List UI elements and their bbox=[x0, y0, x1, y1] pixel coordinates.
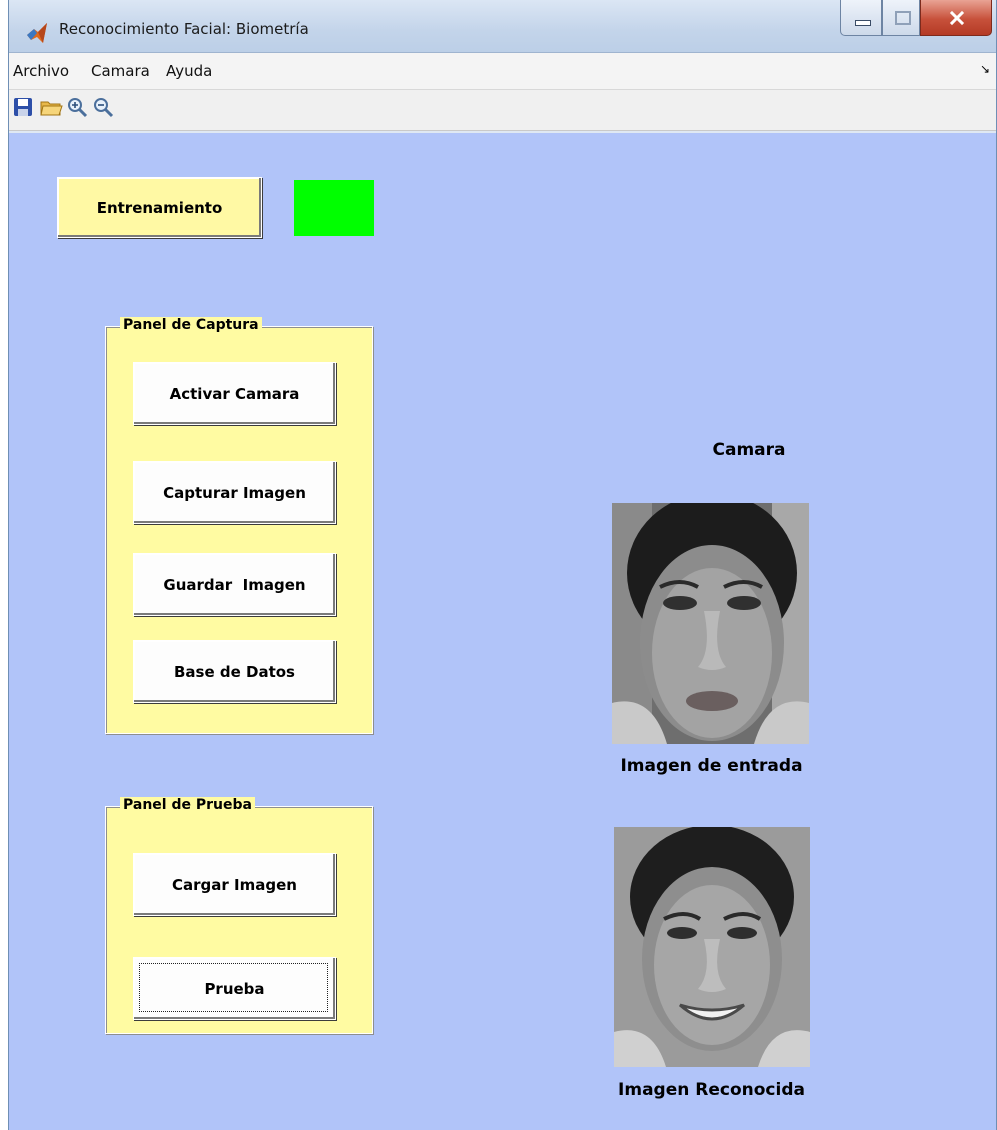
figure-area: Entrenamiento Panel de Captura Activar C… bbox=[9, 133, 996, 1130]
capture-panel-title: Panel de Captura bbox=[120, 317, 262, 333]
training-button[interactable]: Entrenamiento bbox=[57, 177, 262, 238]
test-panel: Panel de Prueba Cargar Imagen Prueba bbox=[105, 797, 373, 1034]
open-folder-icon[interactable] bbox=[39, 95, 63, 119]
test-button[interactable]: Prueba bbox=[133, 957, 336, 1020]
toolbar bbox=[9, 90, 996, 131]
input-image bbox=[612, 503, 809, 744]
load-image-label: Cargar Imagen bbox=[172, 875, 297, 894]
capture-image-label: Capturar Imagen bbox=[163, 483, 306, 502]
recognized-face-photo bbox=[614, 827, 810, 1067]
input-image-label: Imagen de entrada bbox=[620, 756, 803, 776]
minimize-button[interactable] bbox=[840, 0, 882, 36]
capture-panel: Panel de Captura Activar Camara Capturar… bbox=[105, 317, 373, 734]
save-icon[interactable] bbox=[11, 95, 35, 119]
training-button-label: Entrenamiento bbox=[96, 198, 223, 217]
close-icon bbox=[949, 10, 965, 26]
maximize-icon bbox=[895, 11, 911, 25]
input-face-photo bbox=[612, 503, 809, 744]
database-button[interactable]: Base de Datos bbox=[133, 640, 336, 703]
camera-label: Camara bbox=[712, 440, 786, 460]
app-window: Reconocimiento Facial: Biometría Archivo… bbox=[8, 0, 997, 1130]
menu-bar: Archivo Camara Ayuda ↘ bbox=[9, 53, 996, 90]
title-bar[interactable]: Reconocimiento Facial: Biometría bbox=[9, 0, 996, 53]
activate-camera-button[interactable]: Activar Camara bbox=[133, 362, 336, 425]
focus-rectangle bbox=[139, 963, 328, 1012]
activate-camera-label: Activar Camara bbox=[169, 384, 300, 403]
dock-arrow-icon[interactable]: ↘ bbox=[980, 62, 990, 76]
recognized-image-label: Imagen Reconocida bbox=[618, 1080, 805, 1100]
menu-archivo[interactable]: Archivo bbox=[13, 62, 69, 80]
zoom-out-icon[interactable] bbox=[91, 95, 115, 119]
capture-image-button[interactable]: Capturar Imagen bbox=[133, 461, 336, 524]
database-label: Base de Datos bbox=[174, 662, 295, 681]
load-image-button[interactable]: Cargar Imagen bbox=[133, 853, 336, 916]
menu-ayuda[interactable]: Ayuda bbox=[166, 62, 212, 80]
status-indicator bbox=[294, 180, 374, 236]
recognized-image bbox=[614, 827, 810, 1067]
menu-camara[interactable]: Camara bbox=[91, 62, 150, 80]
test-panel-title: Panel de Prueba bbox=[120, 797, 255, 813]
matlab-logo-icon bbox=[27, 23, 47, 43]
save-image-button[interactable]: Guardar Imagen bbox=[133, 553, 336, 616]
close-button[interactable] bbox=[920, 0, 992, 36]
save-image-label: Guardar Imagen bbox=[163, 575, 306, 594]
zoom-in-icon[interactable] bbox=[65, 95, 89, 119]
minimize-icon bbox=[855, 20, 871, 26]
window-title: Reconocimiento Facial: Biometría bbox=[59, 20, 309, 38]
maximize-button[interactable] bbox=[882, 0, 920, 36]
